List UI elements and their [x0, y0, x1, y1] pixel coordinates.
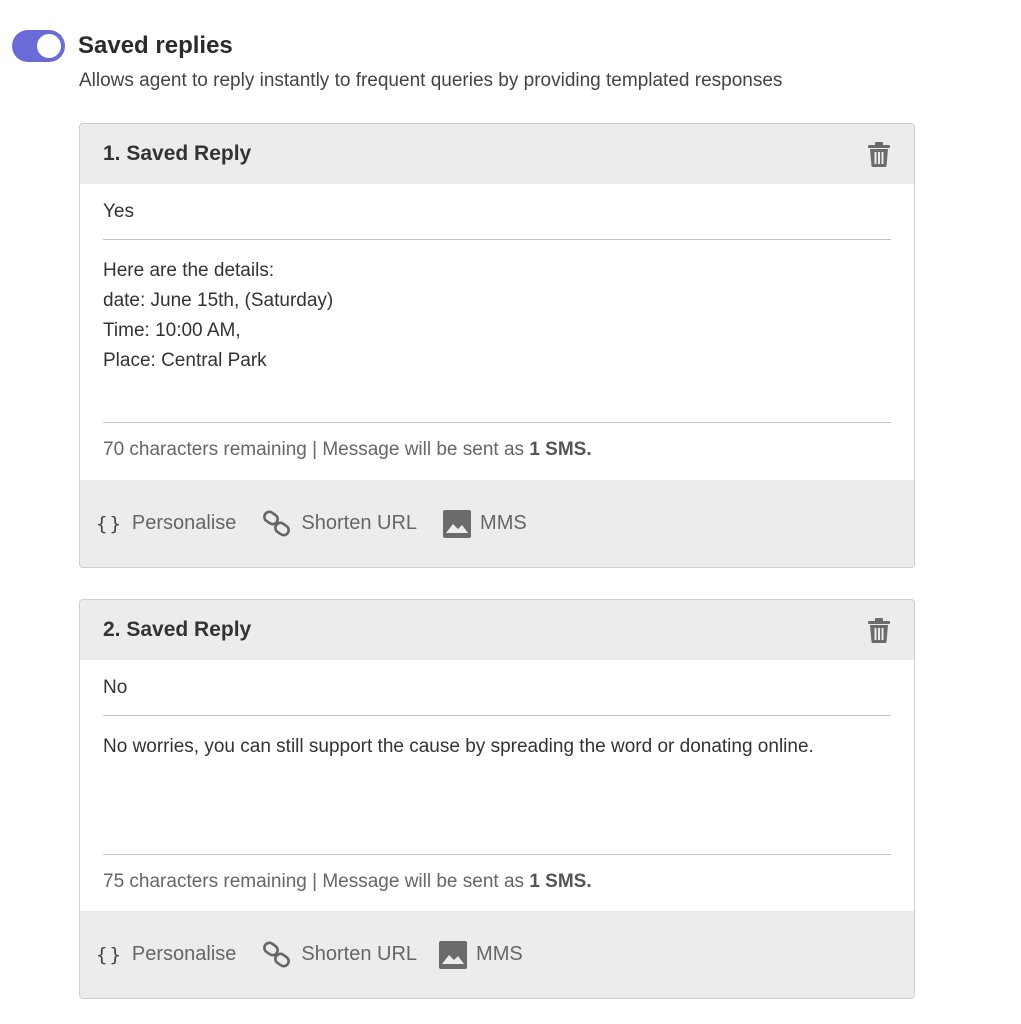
- keyword-input[interactable]: Yes: [103, 184, 891, 240]
- saved-reply-card: 1. Saved Reply Yes Here are the details:…: [79, 123, 915, 568]
- personalise-label: Personalise: [131, 943, 237, 965]
- card-toolbar: {} Personalise Shorten URL MMS: [80, 480, 914, 567]
- card-title: 2. Saved Reply: [103, 618, 252, 641]
- section-description: Allows agent to reply instantly to frequ…: [79, 70, 783, 91]
- card-toolbar: {} Personalise Shorten URL MMS: [80, 911, 914, 998]
- shorten-url-label: Shorten URL: [301, 512, 418, 534]
- mms-label: MMS: [476, 943, 523, 965]
- card-body: Yes Here are the details: date: June 15t…: [80, 184, 914, 479]
- sms-count: 1 SMS.: [529, 439, 592, 460]
- shorten-url-button[interactable]: Shorten URL: [262, 510, 417, 538]
- personalise-button[interactable]: {} Personalise: [96, 512, 236, 535]
- section-header: Saved replies: [12, 30, 233, 62]
- card-header: 1. Saved Reply: [80, 124, 914, 184]
- counter-text: 70 characters remaining | Message will b…: [103, 439, 530, 460]
- shorten-url-label: Shorten URL: [301, 943, 418, 965]
- trash-icon[interactable]: [868, 618, 890, 643]
- trash-icon[interactable]: [868, 142, 890, 167]
- card-title: 1. Saved Reply: [103, 142, 252, 165]
- image-icon: [439, 940, 468, 969]
- card-header: 2. Saved Reply: [80, 600, 914, 660]
- personalise-label: Personalise: [131, 512, 237, 534]
- toggle-knob: [37, 34, 61, 58]
- character-counter: 75 characters remaining | Message will b…: [103, 855, 891, 911]
- mms-button[interactable]: MMS: [439, 940, 523, 969]
- saved-replies-page: Saved replies Allows agent to reply inst…: [0, 0, 1021, 1024]
- saved-replies-toggle[interactable]: [12, 30, 65, 62]
- keyword-input[interactable]: No: [103, 660, 891, 716]
- link-icon: [263, 941, 291, 967]
- message-textarea[interactable]: Here are the details: date: June 15th, (…: [103, 240, 891, 423]
- image-icon: [443, 509, 472, 538]
- section-title: Saved replies: [78, 32, 233, 59]
- sms-count: 1 SMS.: [529, 871, 592, 892]
- card-body: No No worries, you can still support the…: [80, 660, 914, 911]
- link-icon: [263, 510, 291, 536]
- braces-icon: {}: [96, 512, 123, 535]
- saved-reply-card: 2. Saved Reply No No worries, you can st…: [79, 599, 915, 999]
- personalise-button[interactable]: {} Personalise: [96, 943, 236, 966]
- braces-icon: {}: [96, 943, 123, 966]
- shorten-url-button[interactable]: Shorten URL: [262, 941, 417, 969]
- character-counter: 70 characters remaining | Message will b…: [103, 423, 891, 479]
- counter-text: 75 characters remaining | Message will b…: [103, 871, 530, 892]
- mms-label: MMS: [480, 512, 527, 534]
- mms-button[interactable]: MMS: [443, 509, 527, 538]
- message-textarea[interactable]: No worries, you can still support the ca…: [103, 716, 891, 855]
